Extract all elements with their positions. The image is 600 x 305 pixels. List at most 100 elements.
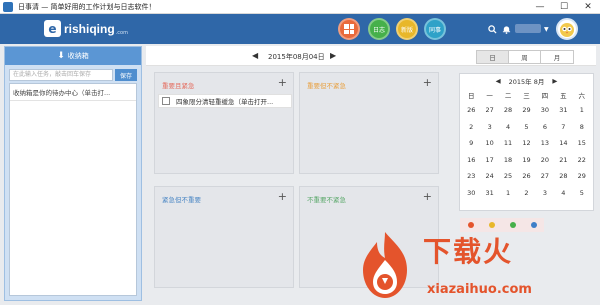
calendar-day[interactable]: 14 <box>554 135 572 152</box>
nav-new-button[interactable]: 新版 <box>396 18 418 40</box>
calendar-day[interactable]: 30 <box>462 185 480 202</box>
window-controls: — ☐ ✕ <box>528 0 600 14</box>
calendar-next-button[interactable]: ▶ <box>552 77 557 85</box>
calendar-day[interactable]: 10 <box>480 135 498 152</box>
watermark-url: xiazaihuo.com <box>427 282 532 297</box>
tab-day[interactable]: 日 <box>477 51 509 63</box>
watermark: 下载火 xiazaihuo.com <box>355 230 595 302</box>
calendar-day[interactable]: 25 <box>499 168 517 185</box>
calendar-day[interactable]: 15 <box>573 135 591 152</box>
app-logo[interactable]: e rishiqing .com <box>44 20 128 37</box>
watermark-text: 下载火 <box>423 235 514 268</box>
calendar-day[interactable]: 26 <box>517 168 535 185</box>
inbox-list: 收纳箱是你的待办中心（单击打... <box>9 83 137 296</box>
calendar-day[interactable]: 1 <box>499 185 517 202</box>
app-header: e rishiqing .com 日志 新版 同事 ▼ <box>0 14 600 44</box>
calendar-day[interactable]: 12 <box>517 135 535 152</box>
date-bar: ◀ 2015年08月04日 ▶ 日 周 月 <box>146 46 596 66</box>
calendar-day[interactable]: 22 <box>573 152 591 169</box>
bell-icon[interactable] <box>502 25 511 34</box>
tab-week[interactable]: 周 <box>509 51 541 63</box>
calendar-day[interactable]: 13 <box>536 135 554 152</box>
calendar-day[interactable]: 28 <box>554 168 572 185</box>
quadrant-title: 紧急但不重要 <box>162 196 201 204</box>
calendar-day[interactable]: 30 <box>536 102 554 119</box>
calendar-day[interactable]: 9 <box>462 135 480 152</box>
maximize-button[interactable]: ☐ <box>552 0 576 14</box>
calendar-weekday: 四 <box>541 92 549 100</box>
badge-dot <box>509 222 516 228</box>
calendar-day[interactable]: 16 <box>462 152 480 169</box>
calendar-day[interactable]: 5 <box>573 185 591 202</box>
calendar-weekday: 一 <box>486 92 493 100</box>
inbox-input[interactable]: 在此输入任务，敲击回车保存 <box>9 69 113 81</box>
calendar-day[interactable]: 11 <box>499 135 517 152</box>
close-button[interactable]: ✕ <box>576 0 600 14</box>
calendar-day[interactable]: 7 <box>554 119 572 136</box>
tab-month[interactable]: 月 <box>541 51 573 63</box>
calendar-day[interactable]: 26 <box>462 102 480 119</box>
username-label[interactable] <box>515 24 541 33</box>
calendar-day[interactable]: 23 <box>462 168 480 185</box>
calendar-day[interactable]: 17 <box>480 152 498 169</box>
calendar-day[interactable]: 21 <box>554 152 572 169</box>
calendar-day[interactable]: 2 <box>517 185 535 202</box>
inbox-icon: ⬇ <box>57 51 65 61</box>
prev-date-button[interactable]: ◀ <box>252 51 258 60</box>
calendar-day[interactable]: 4 <box>499 119 517 136</box>
calendar-weekday: 二 <box>504 92 512 100</box>
calendar-weekday: 六 <box>578 92 586 100</box>
calendar-day[interactable]: 3 <box>480 119 498 136</box>
calendar-day[interactable]: 18 <box>499 152 517 169</box>
calendar-day[interactable]: 20 <box>536 152 554 169</box>
calendar-day[interactable]: 27 <box>480 102 498 119</box>
quadrant-urgent-not-important: 紧急但不重要 + <box>154 186 294 288</box>
minimize-button[interactable]: — <box>528 0 552 14</box>
quadrant-important-not-urgent: 重要但不紧急 + <box>299 72 439 174</box>
quadrant-title: 不重要不紧急 <box>307 196 346 204</box>
nav-log-button[interactable]: 日志 <box>368 18 390 40</box>
quadrant-important-urgent: 重要且紧急 + 四象限分清轻重缓急（单击打开... <box>154 72 294 174</box>
calendar-day[interactable]: 29 <box>517 102 535 119</box>
calendar-day[interactable]: 24 <box>480 168 498 185</box>
task-checkbox[interactable] <box>162 97 170 105</box>
chevron-down-icon[interactable]: ▼ <box>544 26 549 33</box>
avatar[interactable] <box>556 18 578 40</box>
calendar-month: 2015年 8月 <box>508 78 545 86</box>
add-task-icon[interactable]: + <box>278 190 287 203</box>
logo-text: rishiqing <box>64 21 115 36</box>
mini-calendar: ◀ 2015年 8月 ▶ 日一二三四五六 26 27 28 29 30 31 1 2 3 4 5 6 7 8… <box>459 73 594 211</box>
window-titlebar: 日事清 — 简单好用的工作计划与日志软件！ — ☐ ✕ <box>0 0 600 14</box>
add-task-icon[interactable]: + <box>423 76 432 89</box>
task-item[interactable]: 四象限分清轻重缓急（单击打开... <box>158 94 292 108</box>
calendar-day[interactable]: 1 <box>573 102 591 119</box>
calendar-day[interactable]: 4 <box>554 185 572 202</box>
calendar-day[interactable]: 31 <box>480 185 498 202</box>
add-task-icon[interactable]: + <box>278 76 287 89</box>
inbox-input-row: 在此输入任务，敲击回车保存 保存 <box>9 69 137 81</box>
calendar-day[interactable]: 2 <box>462 119 480 136</box>
list-item[interactable]: 收纳箱是你的待办中心（单击打... <box>10 84 136 101</box>
calendar-day[interactable]: 29 <box>573 168 591 185</box>
calendar-day[interactable]: 31 <box>554 102 572 119</box>
calendar-prev-button[interactable]: ◀ <box>496 77 501 85</box>
quadrant-title: 重要但不紧急 <box>307 82 346 90</box>
inbox-header: ⬇ 收纳箱 <box>5 47 141 65</box>
calendar-day[interactable]: 5 <box>517 119 535 136</box>
calendar-day[interactable]: 8 <box>573 119 591 136</box>
calendar-day[interactable]: 28 <box>499 102 517 119</box>
dashboard-icon <box>344 24 354 34</box>
nav-team-button[interactable]: 同事 <box>424 18 446 40</box>
logo-icon: e <box>44 20 61 37</box>
calendar-day[interactable]: 19 <box>517 152 535 169</box>
next-date-button[interactable]: ▶ <box>330 51 336 60</box>
search-icon[interactable] <box>488 25 497 34</box>
badge-dot <box>530 222 537 228</box>
calendar-day[interactable]: 3 <box>536 185 554 202</box>
view-tabs: 日 周 月 <box>476 50 574 64</box>
calendar-day[interactable]: 27 <box>536 168 554 185</box>
add-task-icon[interactable]: + <box>423 190 432 203</box>
calendar-day[interactable]: 6 <box>536 119 554 136</box>
nav-dashboard-button[interactable] <box>338 18 360 40</box>
save-button[interactable]: 保存 <box>115 69 137 81</box>
